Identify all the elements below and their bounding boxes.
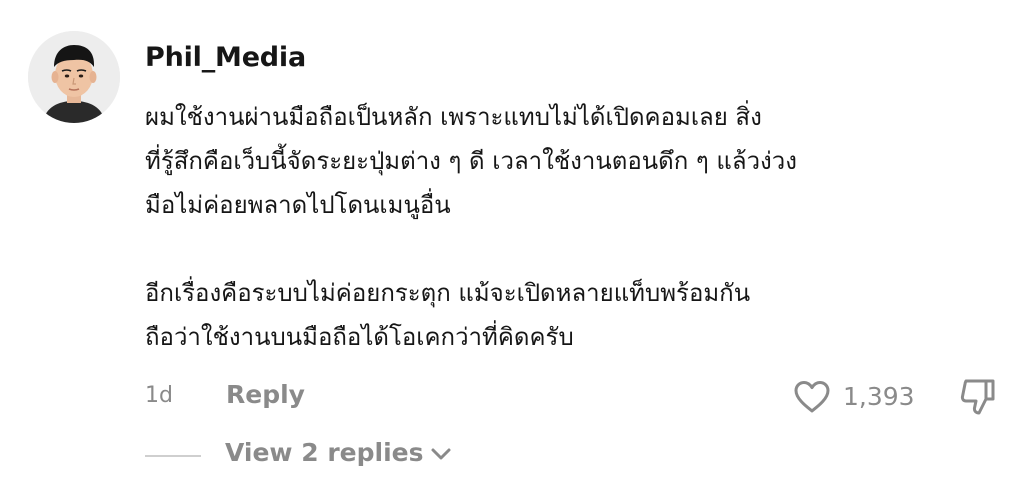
comment-body: ผมใช้งานผ่านมือถือเป็นหลัก เพราะแทบไม่ได…: [145, 95, 1005, 359]
dislike-button[interactable]: [958, 377, 998, 417]
like-button[interactable]: [793, 380, 831, 414]
heart-outline-icon: [794, 381, 830, 413]
comment-paragraph: อีกเรื่องคือระบบไม่ค่อยกระตุก แม้จะเปิดห…: [145, 279, 751, 351]
avatar[interactable]: [28, 31, 120, 123]
thumbs-down-icon: [960, 379, 995, 415]
view-replies-button[interactable]: View 2 replies: [225, 438, 452, 467]
comment-timestamp: 1d: [145, 383, 173, 408]
comment-username[interactable]: Phil_Media: [145, 42, 306, 73]
view-replies-label: View 2 replies: [225, 438, 424, 467]
comment-card: Phil_Media ผมใช้งานผ่านมือถือเป็นหลัก เพ…: [0, 0, 1024, 492]
chevron-down-icon: [431, 448, 450, 460]
reply-button[interactable]: Reply: [226, 380, 305, 409]
comment-paragraph: ผมใช้งานผ่านมือถือเป็นหลัก เพราะแทบไม่ได…: [145, 103, 797, 219]
like-count: 1,393: [843, 382, 915, 411]
replies-divider: [145, 455, 201, 457]
avatar-image: [28, 31, 120, 123]
